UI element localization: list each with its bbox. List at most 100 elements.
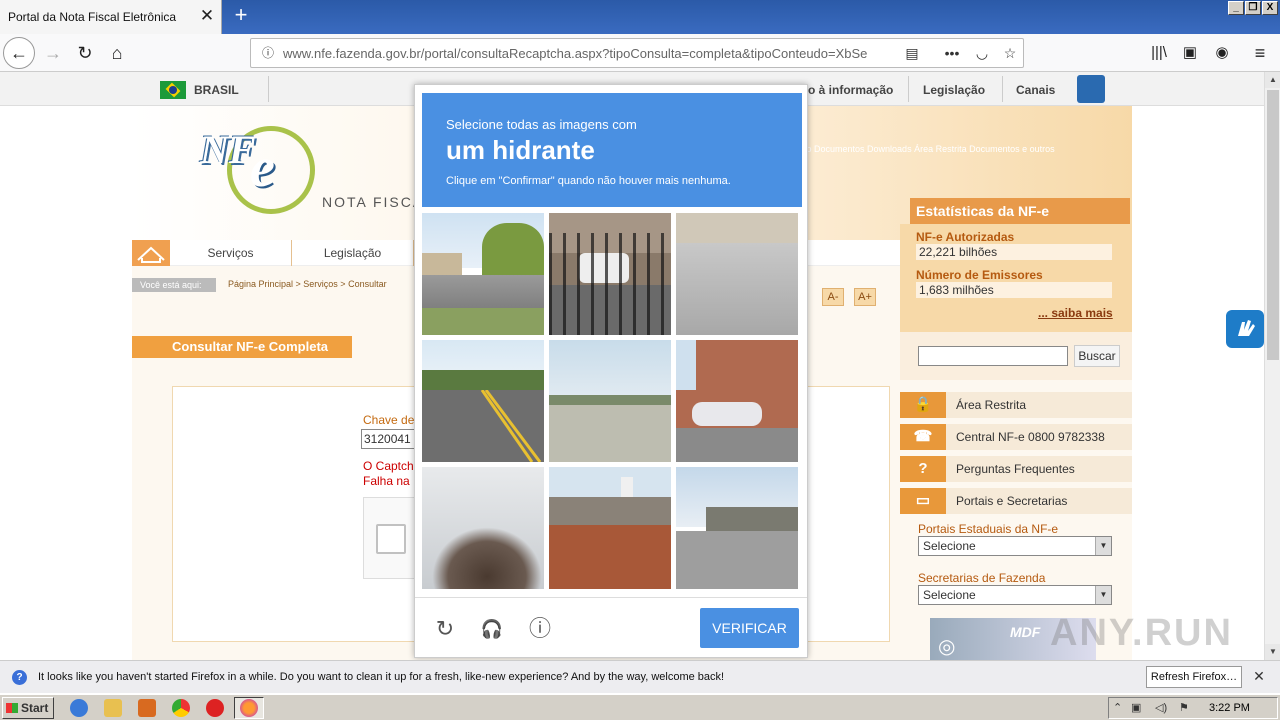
more-link[interactable]: ... saiba mais [1038, 306, 1113, 320]
refresh-firefox-button[interactable]: Refresh Firefox… [1146, 666, 1242, 688]
reader-view-icon[interactable]: ▤ [901, 43, 923, 63]
start-button[interactable]: Start [2, 697, 54, 719]
divider [268, 76, 269, 102]
gov-link-legislacao[interactable]: Legislação [923, 83, 985, 97]
clock[interactable]: 3:22 PM [1209, 702, 1250, 714]
flag-circle [169, 86, 177, 94]
access-key-input[interactable]: 3120041 [361, 429, 421, 449]
tile-intersection [676, 531, 798, 589]
scroll-up-icon[interactable]: ▲ [1265, 72, 1280, 88]
network-icon[interactable]: ▣ [1131, 701, 1141, 714]
ie-icon[interactable] [70, 699, 88, 717]
captcha-tile-2[interactable] [549, 213, 671, 335]
captcha-tile-6[interactable] [676, 340, 798, 462]
close-window-button[interactable]: X [1262, 1, 1278, 15]
gov-link-info[interactable]: o à informação [808, 83, 893, 97]
url-bar[interactable]: ⓘ www.nfe.fazenda.gov.br/portal/consulta… [250, 38, 1024, 68]
nfe-logo[interactable]: NF [200, 126, 256, 173]
scroll-thumb[interactable] [1267, 90, 1279, 360]
captcha-tile-4[interactable] [422, 340, 544, 462]
right-sidebar: Estatísticas da NF-e NF-e Autorizadas 22… [900, 198, 1132, 660]
menu-legislacao[interactable]: Legislação [292, 240, 414, 266]
headphones-icon[interactable]: 🎧 [479, 616, 505, 642]
stats-panel: NF-e Autorizadas 22,221 bilhões Número d… [900, 224, 1132, 332]
close-icon[interactable]: ✕ [1250, 667, 1268, 685]
notification-bar: ? It looks like you haven't started Fire… [0, 660, 1280, 693]
captcha-header: Selecione todas as imagens com um hidran… [422, 93, 802, 207]
verify-button[interactable]: VERIFICAR [700, 608, 799, 648]
tray-expand-icon[interactable]: ⌃ [1113, 701, 1122, 714]
tab-strip: Portal da Nota Fiscal Eletrônica ✕ + _ ❐… [0, 0, 1280, 34]
sidebar-item-portals[interactable]: ▭ Portais e Secretarias [900, 488, 1132, 514]
authorized-value: 22,221 bilhões [916, 244, 1112, 260]
reload-icon[interactable]: ↻ [432, 616, 458, 642]
info-icon[interactable]: ⓘ [527, 616, 553, 642]
gov-link-canais[interactable]: Canais [1016, 83, 1055, 97]
tile-bare-tree [432, 527, 542, 589]
search-input[interactable] [918, 346, 1068, 366]
breadcrumb[interactable]: Página Principal > Serviços > Consultar [228, 279, 387, 289]
issuers-label: Número de Emissores [916, 268, 1043, 282]
sidebar-item-central[interactable]: ☎ Central NF-e 0800 9782338 [900, 424, 1132, 450]
header-links[interactable]: ação Documentos Downloads Área Restrita … [792, 144, 1055, 154]
captcha-tile-1[interactable] [422, 213, 544, 335]
info-icon[interactable]: ⓘ [257, 43, 279, 63]
chevron-down-icon[interactable]: ▼ [1095, 586, 1111, 604]
menu-icon[interactable]: ≡ [1245, 39, 1275, 67]
globe-icon: ◎ [938, 636, 956, 658]
reload-icon[interactable]: ↻ [70, 39, 100, 67]
pocket-icon[interactable]: ◡ [971, 43, 993, 63]
state-portals-select[interactable]: Selecione ▼ [918, 536, 1112, 556]
menu-servicos[interactable]: Serviços [170, 240, 292, 266]
gov-country[interactable]: BRASIL [194, 83, 239, 97]
back-arrow-icon[interactable]: ← [3, 37, 35, 69]
forward-arrow-icon[interactable]: → [38, 39, 68, 67]
captcha-tile-3[interactable] [676, 213, 798, 335]
access-key-label: Chave de [363, 413, 415, 427]
opera-icon[interactable] [206, 699, 224, 717]
captcha-tile-5[interactable] [549, 340, 671, 462]
bookmark-star-icon[interactable]: ☆ [999, 43, 1021, 63]
captcha-tile-9[interactable] [676, 467, 798, 589]
browser-tab[interactable]: Portal da Nota Fiscal Eletrônica ✕ [0, 0, 222, 34]
scroll-down-icon[interactable]: ▼ [1265, 644, 1280, 660]
restore-button[interactable]: ❐ [1245, 1, 1261, 15]
captcha-tile-7[interactable] [422, 467, 544, 589]
tile-sky [676, 340, 696, 390]
home-icon[interactable]: ⌂ [102, 39, 132, 67]
system-tray: ⌃ ▣ ◁) ⚑ 3:22 PM [1108, 697, 1278, 719]
recaptcha-checkbox[interactable] [376, 524, 406, 554]
home-button[interactable] [132, 240, 170, 266]
minimize-button[interactable]: _ [1228, 1, 1244, 15]
font-smaller-button[interactable]: A- [822, 288, 844, 306]
sign-language-icon[interactable] [1077, 75, 1105, 103]
volume-icon[interactable]: ◁) [1155, 701, 1167, 714]
firefox-taskbar-button[interactable] [234, 697, 264, 719]
firefox-icon [240, 699, 258, 717]
page-scrollbar[interactable]: ▲ ▼ [1264, 72, 1280, 660]
home-icon [137, 246, 165, 263]
flag-icon[interactable]: ⚑ [1179, 701, 1189, 714]
secretariats-select[interactable]: Selecione ▼ [918, 585, 1112, 605]
chrome-icon[interactable] [172, 699, 190, 717]
captcha-tile-8[interactable] [549, 467, 671, 589]
media-player-icon[interactable] [138, 699, 156, 717]
folder-icon[interactable] [104, 699, 122, 717]
tile-gate [549, 233, 671, 335]
accessibility-hand-icon[interactable] [1226, 310, 1264, 348]
sidebar-item-label: Central NF-e 0800 9782338 [956, 430, 1105, 444]
sidebar-item-faq[interactable]: ? Perguntas Frequentes [900, 456, 1132, 482]
new-tab-button[interactable]: + [230, 4, 252, 28]
sidebar-item-restricted[interactable]: 🔒 Área Restrita [900, 392, 1132, 418]
captcha-instruction: Selecione todas as imagens com [446, 117, 637, 132]
font-larger-button[interactable]: A+ [854, 288, 876, 306]
library-icon[interactable]: |||\ [1144, 39, 1174, 67]
account-icon[interactable]: ◉ [1207, 39, 1237, 67]
question-icon: ? [900, 456, 946, 482]
sidebar-icon[interactable]: ▣ [1175, 39, 1205, 67]
close-tab-icon[interactable]: ✕ [198, 7, 216, 25]
chevron-down-icon[interactable]: ▼ [1095, 537, 1111, 555]
page-title: Consultar NF-e Completa [132, 336, 352, 358]
page-actions-icon[interactable]: ••• [941, 43, 963, 63]
search-button[interactable]: Buscar [1074, 345, 1120, 367]
